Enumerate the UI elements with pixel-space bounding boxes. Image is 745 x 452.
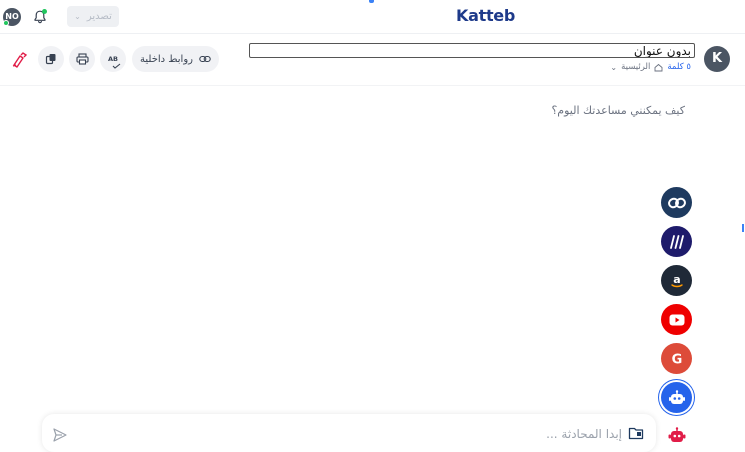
word-count: ٥ كلمة — [667, 62, 691, 72]
internal-links-button[interactable]: روابط داخلية — [132, 46, 219, 72]
top-indicator — [369, 0, 374, 3]
print-icon — [75, 53, 89, 65]
breadcrumb: ٥ كلمة الرئيسية ⌄ — [600, 62, 691, 72]
app-root: NO ⌄ تصدير Katteb AB روابط داخلية بدون ع… — [0, 0, 745, 452]
amazon-tool-button[interactable]: a — [661, 265, 692, 296]
google-icon: G — [671, 352, 682, 367]
spellcheck-button[interactable]: AB — [100, 46, 126, 72]
top-bar: NO ⌄ تصدير Katteb — [0, 0, 745, 34]
perplexity-icon — [669, 234, 684, 249]
katteb-logo[interactable]: Katteb — [456, 6, 515, 25]
spellcheck-label: AB — [108, 54, 118, 63]
chevron-down-icon: ⌄ — [74, 12, 81, 21]
bot-icon — [668, 389, 685, 404]
spellcheck-icon: AB — [108, 54, 121, 69]
chevron-down-icon[interactable]: ⌄ — [610, 63, 617, 72]
link-icon — [667, 197, 686, 208]
export-button[interactable]: ⌄ تصدير — [67, 6, 119, 27]
home-icon[interactable] — [654, 63, 663, 72]
svg-text:a: a — [673, 273, 680, 286]
chat-input[interactable] — [80, 424, 622, 444]
youtube-tool-button[interactable] — [661, 304, 692, 335]
print-button[interactable] — [69, 46, 95, 72]
assistant-prompt: كيف يمكنني مساعدتك اليوم؟ — [551, 104, 685, 117]
internal-links-label: روابط داخلية — [140, 53, 193, 65]
bot-tool-button[interactable] — [661, 382, 692, 413]
breadcrumb-home[interactable]: الرئيسية — [621, 62, 650, 72]
author-avatar[interactable]: K — [704, 46, 730, 72]
svg-text:G: G — [671, 352, 682, 367]
online-status-dot — [3, 20, 9, 26]
youtube-icon — [669, 314, 684, 325]
bot-icon[interactable] — [667, 427, 687, 445]
send-icon[interactable] — [52, 427, 68, 443]
link-tool-button[interactable] — [661, 187, 692, 218]
document-toolbar: AB روابط داخلية ٥ كلمة الرئيسية ⌄ K — [0, 36, 745, 86]
scroll-edge-marker — [742, 224, 744, 232]
export-button-label: تصدير — [86, 11, 112, 22]
notification-dot — [42, 9, 47, 14]
perplexity-tool-button[interactable] — [661, 226, 692, 257]
check-icon — [112, 63, 121, 69]
folder-icon[interactable] — [628, 426, 644, 440]
copy-icon — [45, 54, 56, 65]
link-icon — [199, 55, 211, 63]
document-title-input[interactable] — [249, 43, 695, 58]
clear-format-icon[interactable] — [10, 51, 28, 69]
amazon-icon: a — [670, 273, 683, 287]
google-tool-button[interactable]: G — [661, 343, 692, 374]
copy-button[interactable] — [38, 46, 64, 72]
